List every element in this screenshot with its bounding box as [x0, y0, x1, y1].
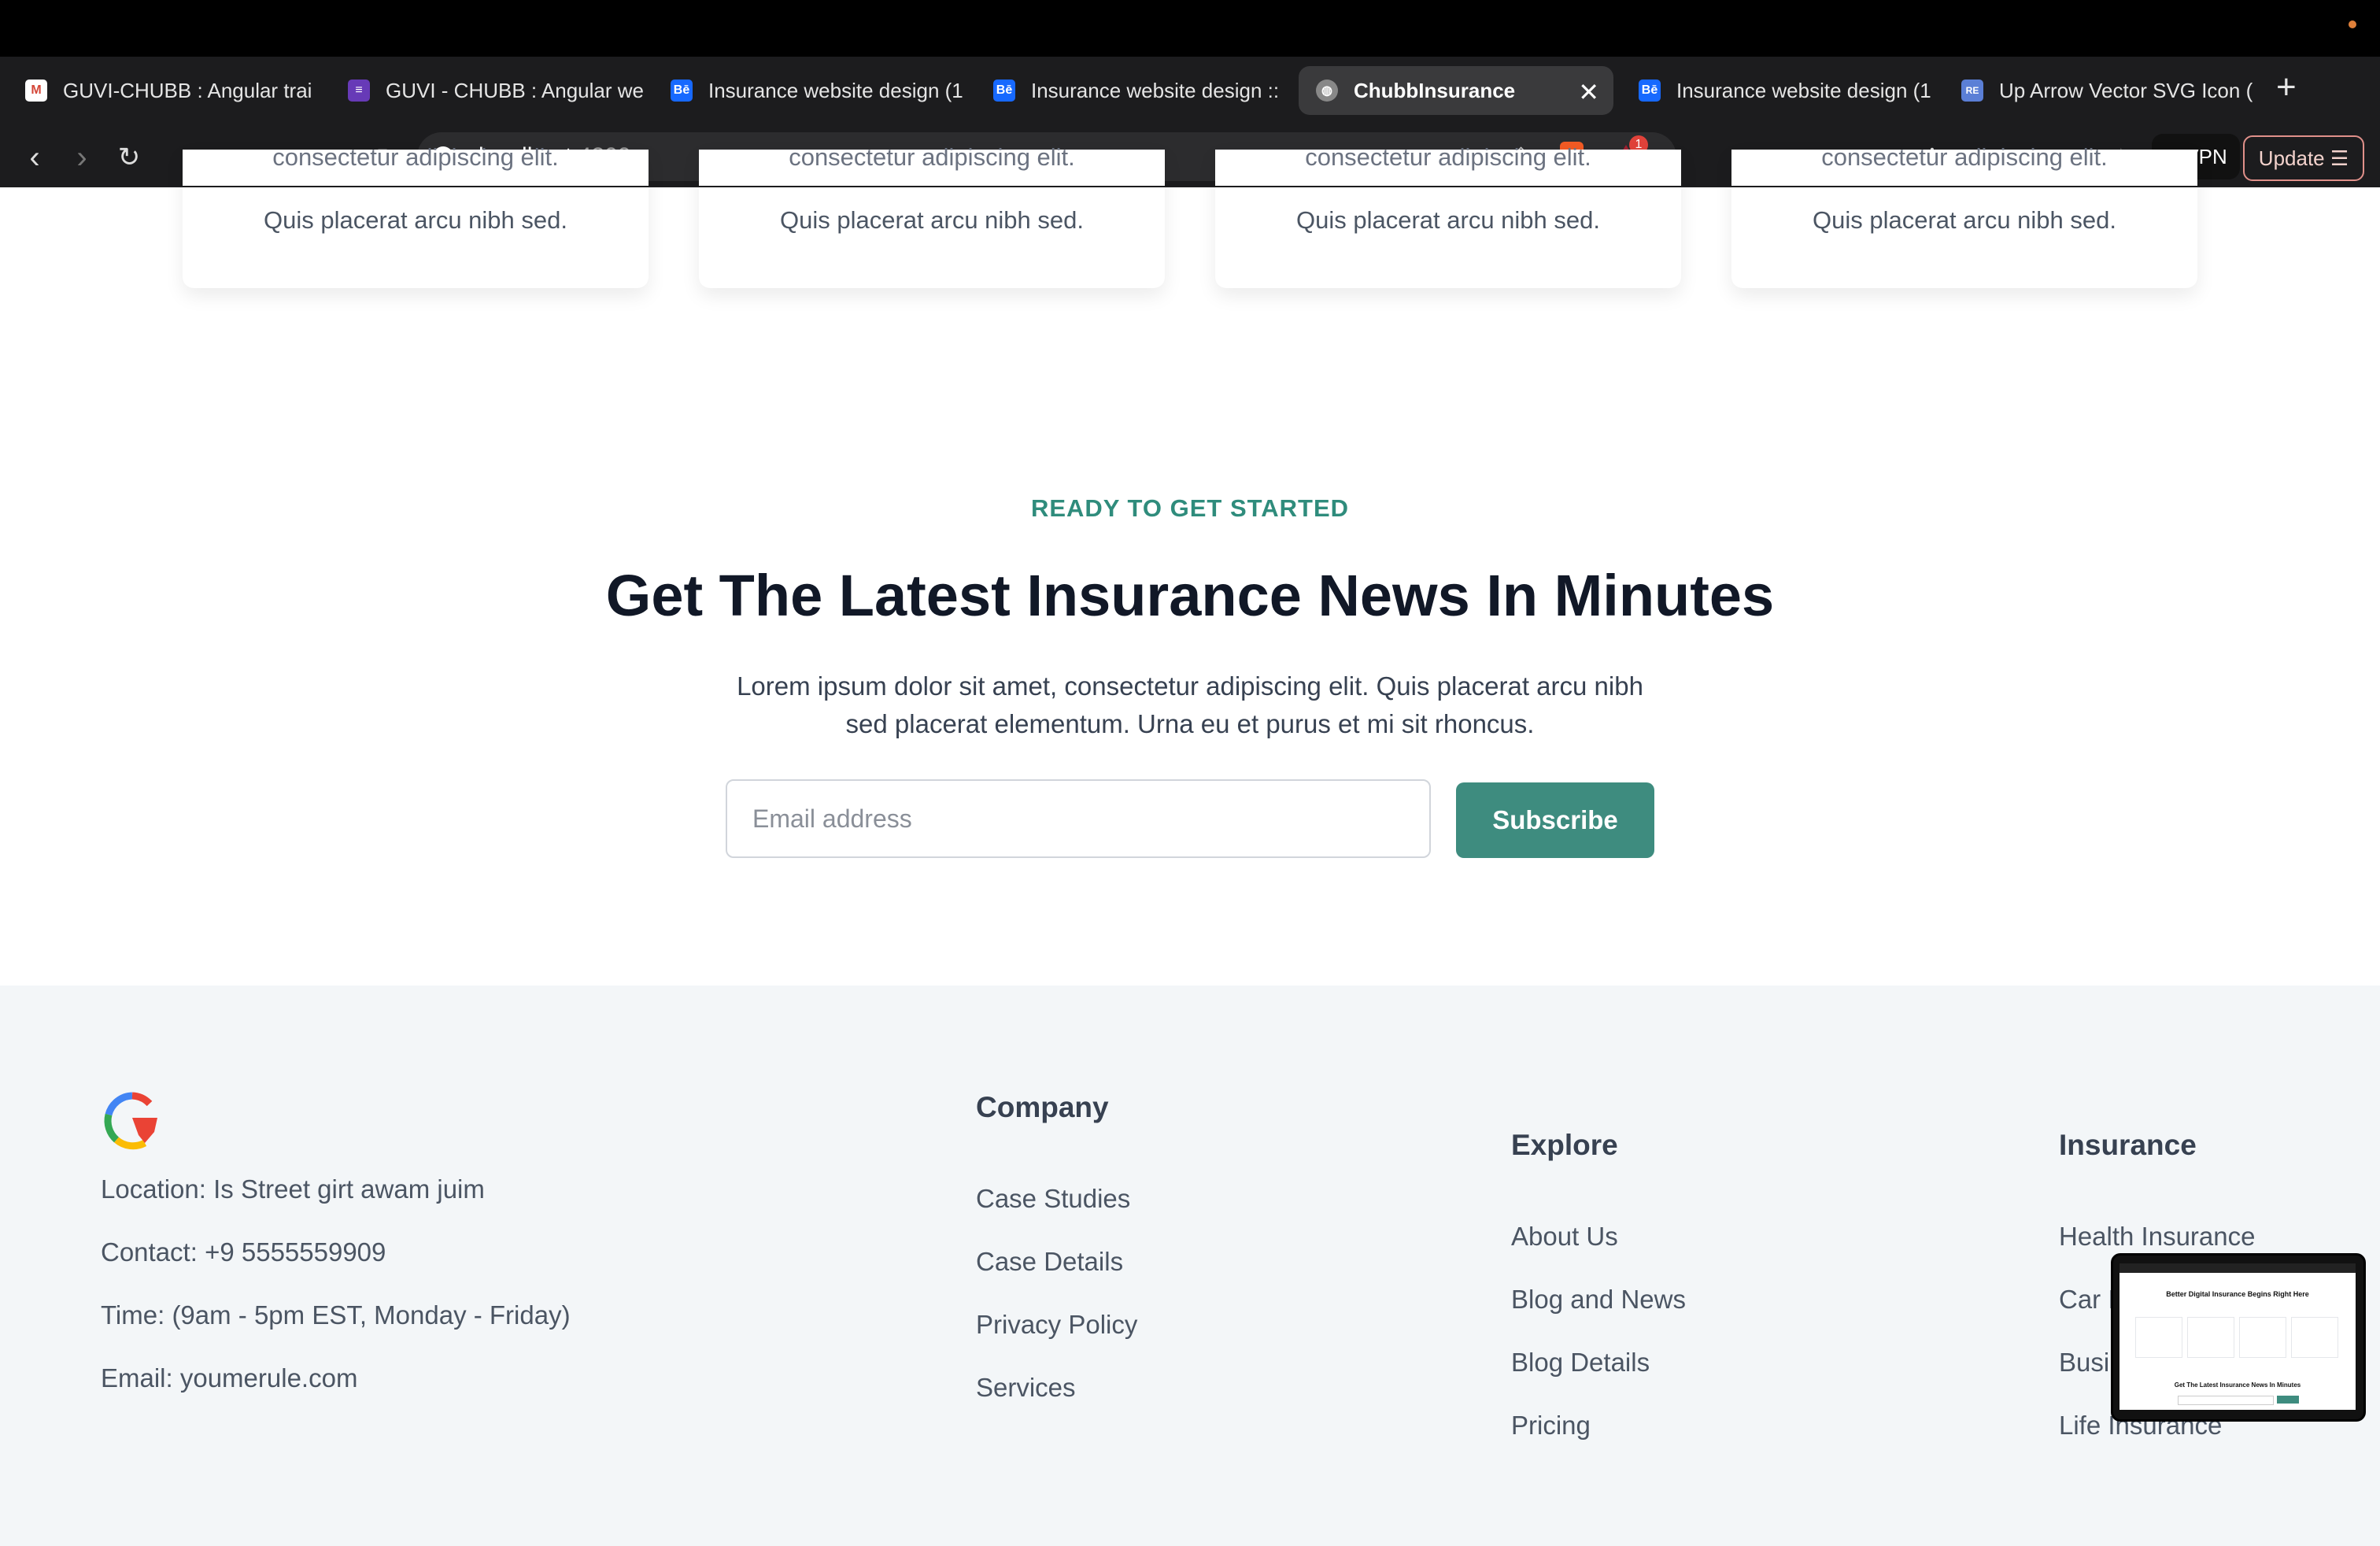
footer-link-about-us[interactable]: About Us — [1511, 1222, 1618, 1252]
newsletter-eyebrow: READY TO GET STARTED — [1030, 494, 1350, 522]
footer-insurance-heading: Insurance — [2059, 1129, 2197, 1161]
tab-chubbinsurance[interactable]: ◍ ChubbInsurance ✕ — [1299, 66, 1613, 115]
card-text: Quis placerat arcu nibh sed. — [1813, 206, 2116, 234]
footer-link-blog-and-news[interactable]: Blog and News — [1511, 1285, 1686, 1315]
gmail-icon: M — [25, 80, 47, 102]
behance-icon: Bē — [1639, 80, 1661, 102]
behance-icon: Bē — [993, 80, 1015, 102]
card-text-partial: consectetur adipiscing elit. — [1305, 143, 1591, 171]
preview-screen: Better Digital Insurance Begins Right He… — [2119, 1263, 2356, 1410]
footer-link-services[interactable]: Services — [976, 1373, 1076, 1403]
footer-time: Time: (9am - 5pm EST, Monday - Friday) — [101, 1300, 571, 1330]
tab-label: Up Arrow Vector SVG Icon ( — [1999, 78, 2253, 102]
tab-behance-3[interactable]: Bē Insurance website design (1 — [1621, 66, 1938, 115]
footer-contact: Contact: +9 5555559909 — [101, 1237, 386, 1267]
tab-label: ChubbInsurance — [1354, 78, 1516, 102]
newsletter-headline: Get The Latest Insurance News In Minutes — [605, 563, 1775, 628]
preview-browser-bar — [2119, 1263, 2356, 1273]
card-text: Quis placerat arcu nibh sed. — [1296, 206, 1600, 234]
feature-card: consectetur adipiscing elit. Quis placer… — [183, 143, 649, 288]
screenshot-preview-thumbnail[interactable]: Better Digital Insurance Begins Right He… — [2111, 1253, 2366, 1422]
tab-label: Insurance website design :: — [1031, 78, 1280, 102]
card-text-partial: consectetur adipiscing elit. — [272, 143, 559, 171]
preview-title: Better Digital Insurance Begins Right He… — [2166, 1290, 2309, 1298]
system-top-bar — [0, 0, 2380, 57]
footer-link-business-insurance[interactable]: Busi — [2059, 1348, 2109, 1378]
forms-icon: ≡ — [348, 80, 370, 102]
forward-icon[interactable]: › — [66, 142, 98, 173]
card-text-partial: consectetur adipiscing elit. — [789, 143, 1075, 171]
preview-button — [2277, 1396, 2299, 1404]
recording-indicator — [2349, 20, 2356, 28]
email-input[interactable] — [726, 779, 1431, 858]
description-line: sed placerat elementum. Urna eu et purus… — [845, 709, 1535, 738]
tab-gmail[interactable]: M GUVI-CHUBB : Angular trai — [8, 66, 321, 115]
svgrepo-icon: RE — [1961, 80, 1983, 102]
card-text: Quis placerat arcu nibh sed. — [264, 206, 567, 234]
footer-company-heading: Company — [976, 1091, 1109, 1123]
update-label: Update — [2258, 146, 2325, 170]
globe-icon: ◍ — [1316, 80, 1338, 102]
new-tab-button[interactable]: + — [2276, 68, 2297, 107]
footer-link-car-insurance[interactable]: Car I — [2059, 1285, 2116, 1315]
footer-link-privacy-policy[interactable]: Privacy Policy — [976, 1310, 1137, 1340]
footer-link-blog-details[interactable]: Blog Details — [1511, 1348, 1650, 1378]
preview-card — [2239, 1317, 2286, 1358]
tab-svgrepo[interactable]: RE Up Arrow Vector SVG Icon ( — [1944, 66, 2259, 115]
tab-behance-2[interactable]: Bē Insurance website design :: — [976, 66, 1292, 115]
reload-icon[interactable]: ↻ — [113, 142, 145, 173]
footer-explore-heading: Explore — [1511, 1129, 1618, 1161]
tab-label: GUVI - CHUBB : Angular we — [386, 78, 644, 102]
footer-link-case-studies[interactable]: Case Studies — [976, 1184, 1130, 1214]
preview-subtitle: Get The Latest Insurance News In Minutes — [2174, 1381, 2301, 1389]
chrome-edge — [0, 186, 2380, 187]
footer-link-pricing[interactable]: Pricing — [1511, 1411, 1591, 1441]
tab-label: Insurance website design (1 — [708, 78, 963, 102]
tab-forms[interactable]: ≡ GUVI - CHUBB : Angular we — [331, 66, 645, 115]
feature-card: consectetur adipiscing elit. Quis placer… — [1731, 143, 2197, 288]
tab-behance-1[interactable]: Bē Insurance website design (1 — [653, 66, 968, 115]
close-tab-icon[interactable]: ✕ — [1578, 77, 1599, 107]
card-text: Quis placerat arcu nibh sed. — [780, 206, 1084, 234]
tab-label: Insurance website design (1 — [1676, 78, 1931, 102]
tab-strip: M GUVI-CHUBB : Angular trai ≡ GUVI - CHU… — [0, 57, 2380, 157]
footer-link-case-details[interactable]: Case Details — [976, 1247, 1123, 1277]
site-footer: Location: Is Street girt awam juim Conta… — [0, 986, 2380, 1546]
newsletter-description: Lorem ipsum dolor sit amet, consectetur … — [718, 668, 1662, 743]
preview-card — [2291, 1317, 2338, 1358]
preview-card — [2135, 1317, 2182, 1358]
back-icon[interactable]: ‹ — [19, 142, 50, 173]
behance-icon: Bē — [671, 80, 693, 102]
google-logo-icon — [104, 1092, 157, 1150]
description-line: Lorem ipsum dolor sit amet, consectetur … — [737, 671, 1643, 701]
footer-email: Email: youmerule.com — [101, 1363, 358, 1393]
feature-card: consectetur adipiscing elit. Quis placer… — [699, 143, 1165, 288]
tab-label: GUVI-CHUBB : Angular trai — [63, 78, 312, 102]
preview-card — [2187, 1317, 2234, 1358]
feature-card: consectetur adipiscing elit. Quis placer… — [1215, 143, 1681, 288]
footer-link-health-insurance[interactable]: Health Insurance — [2059, 1222, 2255, 1252]
update-button[interactable]: Update ☰ — [2243, 135, 2364, 181]
preview-input — [2178, 1396, 2274, 1405]
card-text-partial: consectetur adipiscing elit. — [1821, 143, 2108, 171]
footer-location: Location: Is Street girt awam juim — [101, 1174, 485, 1204]
subscribe-button[interactable]: Subscribe — [1456, 782, 1654, 858]
